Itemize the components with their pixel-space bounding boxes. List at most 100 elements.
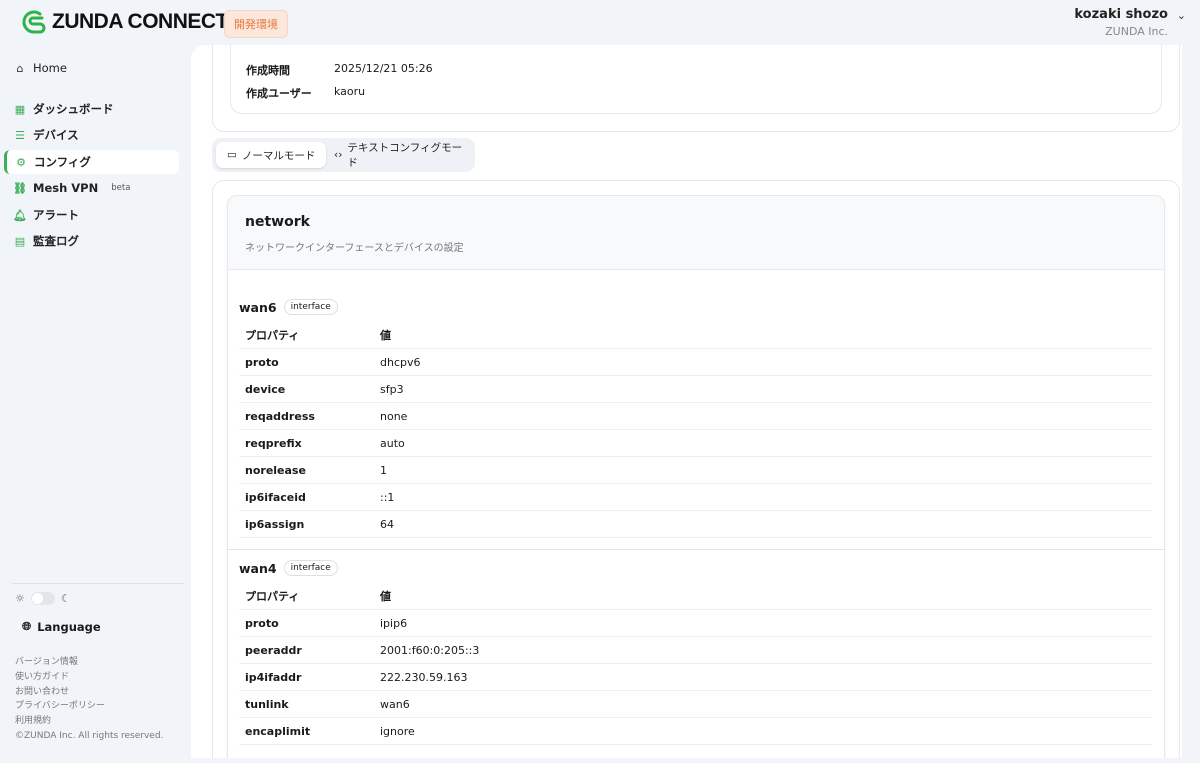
property-cell: peeraddr (245, 643, 302, 657)
link-contact[interactable]: お問い合わせ (15, 685, 163, 700)
property-cell: proto (245, 355, 279, 369)
logo[interactable]: ZUNDA CONNECT (20, 8, 228, 36)
language-label: Language (37, 619, 101, 634)
link-version[interactable]: バージョン情報 (15, 655, 163, 670)
interface-type-badge: interface (283, 299, 338, 315)
table-header: プロパティ 値 (239, 583, 1152, 610)
table-row: encaplimit ignore (239, 718, 1152, 745)
value-cell: ignore (380, 724, 415, 738)
sidebar-item-config[interactable]: ⚙ コンフィグ (4, 150, 179, 174)
clipboard-icon: ▤ (14, 234, 26, 248)
property-cell: ip4ifaddr (245, 670, 302, 684)
value-cell: wan6 (380, 697, 410, 711)
value-cell: 値 (380, 590, 391, 603)
link-guide[interactable]: 使い方ガイド (15, 670, 163, 685)
sidebar-item-devices[interactable]: ☰ デバイス (4, 123, 179, 147)
value-cell: 2001:f60:0:205::3 (380, 643, 480, 657)
sun-icon: ☼ (15, 592, 25, 605)
user-name: kozaki shozo (1074, 7, 1168, 22)
footer-links: バージョン情報 使い方ガイド お問い合わせ プライバシーポリシー 利用規約 ©Z… (15, 655, 163, 744)
brand-name: ZUNDA CONNECT (52, 10, 228, 33)
sidebar-item-label: デバイス (33, 128, 79, 142)
table-row: proto ipip6 (239, 610, 1152, 637)
property-cell: encaplimit (245, 724, 311, 738)
table-row: reqaddress none (239, 403, 1152, 430)
interface-type-badge: interface (283, 560, 338, 576)
link-terms[interactable]: 利用規約 (15, 714, 163, 729)
value-cell: sfp3 (380, 382, 404, 396)
value-cell: ipip6 (380, 616, 408, 630)
value: kaoru (334, 85, 366, 98)
theme-toggle[interactable] (30, 592, 55, 605)
interface-name: wan6 (239, 299, 277, 315)
bell-icon: 🔔︎ (13, 208, 27, 222)
property-cell: ip6assign (245, 517, 305, 531)
sidebar-item-dashboard[interactable]: ▦ ダッシュボード (4, 97, 179, 121)
section-title: network (245, 214, 310, 230)
sidebar-item-label: ダッシュボード (33, 102, 114, 116)
calendar-icon: ▭ (227, 149, 237, 161)
header: ZUNDA CONNECT 開発環境 kozaki shozo ⌄ ZUNDA … (0, 0, 1200, 45)
value-cell: ::1 (380, 490, 395, 504)
mode-switcher: ▭ ノーマルモード ‹› テキストコンフィグモード (212, 138, 475, 172)
main-content: 作成時間 2025/12/21 05:26 作成ユーザー kaoru ▭ ノーマルモー… (191, 45, 1182, 758)
section-description: ネットワークインターフェースとデバイスの設定 (245, 243, 464, 254)
sidebar-item-alerts[interactable]: 🔔︎ アラート (4, 203, 179, 227)
property-cell: tunlink (245, 697, 289, 711)
property-cell: device (245, 382, 286, 396)
language-button[interactable]: 🌐︎ Language (22, 619, 101, 634)
server-icon: ☰ (15, 128, 25, 142)
table-row: device sfp3 (239, 376, 1152, 403)
config-info-card: 作成時間 2025/12/21 05:26 作成ユーザー kaoru (212, 45, 1180, 132)
zunda-logo-icon (22, 10, 46, 34)
interface-name: wan4 (239, 560, 277, 576)
table-row: reqprefix auto (239, 430, 1152, 457)
organization-name: ZUNDA Inc. (1105, 25, 1168, 38)
sidebar-item-audit-log[interactable]: ▤ 監査ログ (4, 229, 179, 253)
sidebar-item-label: アラート (33, 208, 79, 222)
sidebar-item-label: Home (33, 61, 67, 75)
interface-divider (228, 549, 1164, 550)
table-row: peeraddr 2001:f60:0:205::3 (239, 637, 1152, 664)
chevron-down-icon: ⌄ (1176, 9, 1186, 22)
property-cell: プロパティ (245, 329, 300, 342)
table-row: ip6assign 64 (239, 511, 1152, 538)
value-cell: 222.230.59.163 (380, 670, 468, 684)
home-icon: ⌂ (16, 61, 24, 75)
gear-icon: ⚙ (16, 155, 26, 169)
table-row: tunlink wan6 (239, 691, 1152, 718)
sidebar-item-label: 監査ログ (33, 234, 79, 248)
environment-badge: 開発環境 (224, 10, 288, 38)
copyright: ©ZUNDA Inc. All rights reserved. (15, 730, 164, 741)
moon-icon: ☾ (60, 592, 71, 605)
table-row: norelease 1 (239, 457, 1152, 484)
interface-title: wan6 interface (239, 299, 338, 315)
sidebar-item-home[interactable]: ⌂ Home (4, 56, 179, 80)
sidebar-item-label: Mesh VPN (33, 181, 99, 195)
network-icon: ⛓ (13, 181, 27, 195)
user-menu[interactable]: kozaki shozo ⌄ ZUNDA Inc. (1074, 7, 1186, 38)
value-cell: 1 (380, 463, 387, 477)
interface-title: wan4 interface (239, 560, 338, 576)
value: 2025/12/21 05:26 (334, 62, 433, 75)
dashboard-icon: ▦ (14, 102, 26, 116)
globe-icon: 🌐︎ (22, 619, 32, 633)
tab-text-config-mode[interactable]: ‹› テキストコンフィグモード (323, 142, 475, 169)
tab-normal-mode[interactable]: ▭ ノーマルモード (216, 142, 327, 168)
label: 作成ユーザー (246, 87, 312, 100)
section-header: network ネットワークインターフェースとデバイスの設定 (228, 196, 1164, 270)
table-header: プロパティ 値 (239, 322, 1152, 349)
meta-card: 作成時間 2025/12/21 05:26 作成ユーザー kaoru (230, 45, 1162, 114)
value-cell: auto (380, 436, 405, 450)
property-cell: reqaddress (245, 409, 315, 423)
sidebar-item-mesh-vpn[interactable]: ⛓ Mesh VPN beta (4, 176, 179, 200)
link-privacy[interactable]: プライバシーポリシー (15, 699, 163, 714)
table-row: ip6ifaceid::1 (239, 484, 1152, 511)
theme-toggle-row: ☼ ☾ (15, 592, 71, 605)
value-cell: 値 (380, 329, 391, 342)
sidebar-item-label: コンフィグ (34, 155, 91, 169)
value-cell: dhcpv6 (380, 355, 421, 369)
network-section: network ネットワークインターフェースとデバイスの設定 wan6 inter… (227, 195, 1165, 758)
property-cell: norelease (245, 463, 306, 477)
property-cell: proto (245, 616, 279, 630)
